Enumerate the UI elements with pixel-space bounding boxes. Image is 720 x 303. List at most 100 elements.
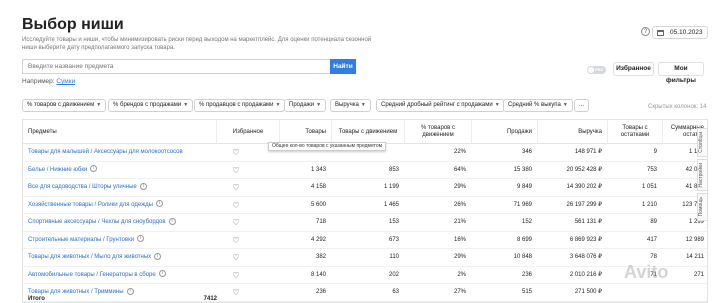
cell-revenue: 6 869 923 ₽ — [569, 236, 602, 243]
table-row[interactable]: Белье / Нижние юбки i ♡ 1 343 853 64% 15 380 20… — [23, 162, 707, 179]
side-tab-label: Помощь — [698, 197, 704, 217]
favorite-heart-icon[interactable]: ♡ — [230, 144, 242, 161]
cell-products: 4 292 — [310, 236, 326, 243]
cell-moving: 110 — [389, 254, 399, 260]
chevron-down-icon: ▼ — [96, 102, 102, 108]
filter-chip-buyout[interactable]: Средний % выкупа ▼ — [503, 99, 573, 112]
date-value: 05.10.2023 — [670, 29, 703, 36]
cell-with-stock: 9 — [653, 149, 657, 155]
cell-revenue: 20 952 428 ₽ — [566, 166, 602, 173]
hidden-columns-count: Скрытых колонок: 14 — [648, 104, 707, 110]
niche-name: Строительные материалы / Грунтовки — [28, 236, 135, 243]
info-icon[interactable]: i — [139, 182, 147, 190]
column-tooltip: Общее кол-во товаров с указанным предмет… — [268, 142, 387, 151]
favorite-heart-icon[interactable]: ♡ — [230, 197, 242, 214]
favorite-heart-icon[interactable]: ♡ — [230, 179, 242, 196]
cell-moving: 1 465 — [383, 201, 399, 208]
column-header[interactable]: Выручка — [537, 120, 607, 144]
cell-sales: 152 — [521, 219, 532, 225]
side-tab-columns[interactable]: Столбцы — [697, 128, 708, 157]
search-input[interactable] — [22, 59, 330, 74]
example-prefix: Например: — [22, 78, 55, 85]
table-row[interactable]: Все для садоводства / Шторы уличные i ♡ 4 1… — [23, 179, 707, 197]
fbs-toggle[interactable]: FBS — [587, 66, 606, 74]
favorite-heart-icon[interactable]: ♡ — [230, 249, 242, 266]
column-header[interactable]: % товаров с движением — [404, 120, 471, 144]
column-header[interactable]: Товары — [279, 120, 331, 144]
side-tab-settings[interactable]: Настройки — [697, 158, 708, 192]
cell-sales: 10 848 — [513, 254, 532, 260]
column-header[interactable]: Товары с остатками — [607, 120, 662, 144]
cell-sales: 8 699 — [516, 236, 532, 243]
favorite-heart-icon[interactable]: ♡ — [230, 232, 242, 249]
cell-sales: 15 380 — [513, 166, 532, 173]
cell-pct: 29% — [453, 254, 466, 260]
info-icon[interactable]: i — [126, 287, 134, 295]
cell-products: 1 343 — [310, 166, 326, 173]
column-header[interactable]: Товары с движением — [331, 120, 404, 144]
filter-chip-label: Выручка — [335, 102, 359, 108]
cell-revenue: 2 010 216 ₽ — [569, 271, 602, 278]
filter-chip-label: % товаров с движением — [27, 102, 95, 108]
cell-pct: 16% — [453, 236, 466, 243]
favorite-heart-icon[interactable]: ♡ — [230, 214, 242, 231]
table-row[interactable]: Строительные материалы / Грунтовки i ♡ 4 29… — [23, 232, 707, 249]
favorites-button[interactable]: Избранное — [613, 62, 654, 76]
info-icon[interactable]: i — [168, 217, 176, 225]
calendar-icon — [657, 29, 664, 36]
filter-chip-movement[interactable]: % товаров с движением ▼ — [22, 99, 107, 112]
example-link[interactable]: Сумки — [56, 78, 75, 85]
find-button[interactable]: Найти — [330, 59, 356, 74]
niche-link[interactable]: Товары для животных / Мыло для животных i — [28, 249, 162, 266]
cell-with-stock: 417 — [646, 236, 657, 243]
cell-products: 5 600 — [310, 201, 326, 208]
niche-link[interactable]: Все для садоводства / Шторы уличные i — [28, 179, 147, 196]
info-icon[interactable]: i — [137, 235, 145, 243]
help-icon[interactable]: ? — [641, 27, 650, 36]
favorite-heart-icon[interactable]: ♡ — [230, 267, 242, 284]
cell-pct: 2% — [457, 271, 466, 278]
niche-link[interactable]: Спортивные аксессуары / Чехлы для сноубо… — [28, 214, 176, 231]
page: Выбор ниши Исследуйте товары и ниши, что… — [0, 0, 720, 303]
filter-chip-revenue[interactable]: Выручка ▼ — [330, 99, 371, 112]
side-tab-label: Настройки — [698, 162, 704, 188]
cell-products: 8 140 — [310, 271, 326, 278]
table-row[interactable]: Спортивные аксессуары / Чехлы для сноубо… — [23, 214, 707, 232]
filter-chip-sales[interactable]: Продажи ▼ — [284, 99, 327, 112]
date-picker[interactable]: 05.10.2023 — [652, 26, 708, 39]
column-header[interactable]: Избранное — [216, 120, 279, 144]
side-panel-tabs: Столбцы Настройки Помощь — [697, 128, 708, 223]
favorite-heart-icon[interactable]: ♡ — [230, 162, 242, 179]
cell-with-stock: 1 210 — [641, 201, 657, 208]
cell-revenue: 3 648 076 ₽ — [569, 254, 602, 260]
column-header[interactable]: Предметы — [23, 120, 216, 144]
cell-revenue: 26 197 299 ₽ — [566, 201, 602, 208]
cell-moving: 1 199 — [383, 184, 399, 190]
info-icon[interactable]: i — [154, 252, 162, 260]
filter-chip-sellers[interactable]: % продавцов с продажами ▼ — [194, 99, 286, 112]
side-tab-help[interactable]: Помощь — [697, 193, 708, 221]
chevron-down-icon: ▼ — [494, 102, 500, 108]
cell-with-stock: 1 051 — [641, 184, 657, 190]
info-icon[interactable]: i — [156, 200, 163, 208]
info-icon[interactable]: i — [158, 270, 166, 278]
side-tab-label: Столбцы — [698, 132, 704, 153]
filter-chip-rating[interactable]: Средний дробный рейтинг с продажами ▼ — [376, 99, 505, 112]
filter-chip-brands[interactable]: % брендов с продажами ▼ — [108, 99, 194, 112]
niche-link[interactable]: Товары для малышей / Аксессуары для моло… — [28, 144, 183, 161]
table-row[interactable]: Товары для животных / Мыло для животных i… — [23, 249, 707, 267]
niche-link[interactable]: Белье / Нижние юбки i — [28, 162, 98, 179]
column-header[interactable]: Продажи — [471, 120, 537, 144]
cell-revenue: 561 131 ₽ — [574, 219, 602, 225]
niche-link[interactable]: Хозяйственные товары / Ролики для одежды… — [28, 197, 163, 214]
more-filters-button[interactable]: ... — [574, 99, 590, 112]
niche-link[interactable]: Автомобильные товары / Генераторы в сбор… — [28, 267, 166, 284]
cell-with-stock: 89 — [650, 219, 657, 225]
table-row[interactable]: Хозяйственные товары / Ролики для одежды… — [23, 197, 707, 214]
niche-link[interactable]: Строительные материалы / Грунтовки i — [28, 232, 145, 249]
my-filters-button[interactable]: Мои фильтры — [658, 62, 704, 84]
table-row[interactable]: Автомобильные товары / Генераторы в сбор… — [23, 267, 707, 284]
cell-sales: 236 — [521, 271, 532, 278]
info-icon[interactable]: i — [90, 165, 98, 173]
cell-moving: 853 — [388, 166, 399, 173]
